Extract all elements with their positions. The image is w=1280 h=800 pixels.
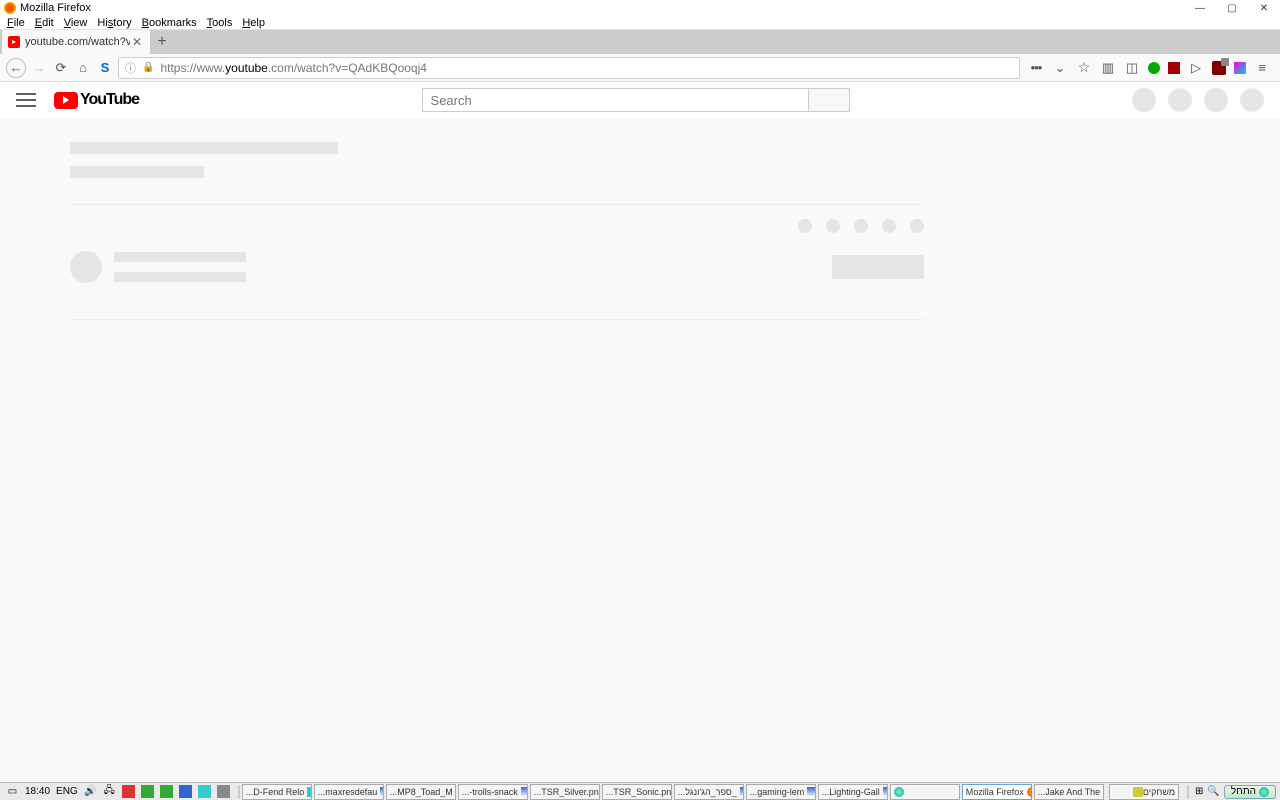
search-icon[interactable]: 🔍	[1207, 786, 1219, 797]
reload-button[interactable]: ⟳	[52, 59, 70, 77]
skeleton-channel-name	[114, 252, 246, 262]
menu-tools[interactable]: Tools	[202, 17, 238, 29]
skeleton-circle	[1204, 88, 1228, 112]
lock-icon: 🔒	[142, 62, 154, 73]
taskbar-item[interactable]: ...MP8_Toad_M	[386, 784, 456, 800]
firefox-icon	[4, 2, 16, 14]
youtube-header: YouTube	[0, 82, 1280, 118]
start-button[interactable]: התחל	[1224, 785, 1276, 799]
menubar: File Edit View History Bookmarks Tools H…	[0, 16, 1280, 30]
skeleton-action-dots	[798, 219, 924, 233]
taskbar-item[interactable]: ...TSR_Silver.pn	[530, 784, 600, 800]
tray-icon[interactable]	[160, 785, 173, 798]
bookmark-star-button[interactable]: ☆	[1076, 60, 1092, 76]
youtube-menu-button[interactable]	[16, 90, 36, 110]
youtube-search	[422, 88, 850, 112]
youtube-search-button[interactable]	[808, 88, 850, 112]
taskbar-item[interactable]: ...TSR_Sonic.pn	[602, 784, 672, 800]
youtube-wordmark: YouTube	[80, 91, 139, 109]
skeleton-subscribe-button	[832, 255, 924, 279]
taskbar-item[interactable]	[890, 784, 960, 800]
new-tab-button[interactable]: +	[150, 30, 174, 54]
skeleton-subtitle	[70, 166, 204, 178]
extension-green-icon[interactable]	[1148, 62, 1160, 74]
tray-language[interactable]: ENG	[56, 786, 78, 797]
skeleton-title	[70, 142, 338, 154]
skeleton-circle	[1132, 88, 1156, 112]
window-titlebar: Mozilla Firefox — ▢ ✕	[0, 0, 1280, 16]
quicklaunch-folder[interactable]: משחקים	[1109, 784, 1179, 800]
tray-icon[interactable]	[141, 785, 154, 798]
menu-history[interactable]: History	[92, 17, 136, 29]
start-orb-icon	[1259, 787, 1269, 797]
windows-taskbar: ▭ 18:40 ENG 🔊 🖧 ...D-Fend Relo ...maxres…	[0, 782, 1280, 800]
maximize-button[interactable]: ▢	[1216, 0, 1248, 16]
home-button[interactable]: ⌂	[74, 59, 92, 77]
tabbar: youtube.com/watch?v=QAdK ✕ +	[0, 30, 1280, 54]
taskbar-item[interactable]: ...gaming-lem	[746, 784, 816, 800]
library-icon[interactable]: ▥	[1100, 60, 1116, 76]
sidebar-icon[interactable]: ◫	[1124, 60, 1140, 76]
page-actions-button[interactable]: •••	[1028, 60, 1044, 76]
extension-s-icon[interactable]: S	[96, 59, 114, 77]
taskbar-items: ...D-Fend Relo ...maxresdefau ...MP8_Toa…	[242, 783, 1105, 800]
menu-edit[interactable]: Edit	[30, 17, 59, 29]
youtube-logo[interactable]: YouTube	[54, 91, 139, 109]
forward-button[interactable]: →	[30, 59, 48, 77]
tray-desktop-icon[interactable]: ▭	[6, 785, 19, 798]
window-title: Mozilla Firefox	[20, 2, 91, 14]
taskbar-item[interactable]: ...Jake And The	[1034, 784, 1104, 800]
tray-clock[interactable]: 18:40	[25, 786, 50, 797]
menu-view[interactable]: View	[59, 17, 93, 29]
youtube-play-icon	[54, 92, 78, 109]
close-tab-button[interactable]: ✕	[130, 35, 144, 49]
skeleton-circle	[1168, 88, 1192, 112]
youtube-content-area	[0, 118, 1280, 782]
start-label: התחל	[1231, 786, 1256, 797]
menu-help[interactable]: Help	[237, 17, 270, 29]
tray-icon[interactable]	[179, 785, 192, 798]
taskview-icon[interactable]: ⊞	[1195, 786, 1203, 797]
navigation-bar: ← → ⟳ ⌂ S ⓘ 🔒 https://www.youtube.com/wa…	[0, 54, 1280, 82]
skeleton-channel-meta	[114, 272, 246, 282]
back-button[interactable]: ←	[6, 58, 26, 78]
tray-icon[interactable]	[198, 785, 211, 798]
extension-play-icon[interactable]: ▷	[1188, 60, 1204, 76]
extension-red-icon[interactable]	[1168, 62, 1180, 74]
pocket-icon[interactable]: ⌄	[1052, 60, 1068, 76]
close-window-button[interactable]: ✕	[1248, 0, 1280, 16]
url-text: https://www.youtube.com/watch?v=QAdKBQoo…	[160, 61, 1013, 75]
firefox-menu-button[interactable]: ≡	[1254, 60, 1270, 76]
menu-file[interactable]: File	[2, 17, 30, 29]
address-bar[interactable]: ⓘ 🔒 https://www.youtube.com/watch?v=QAdK…	[118, 57, 1020, 79]
taskbar-item-firefox[interactable]: Mozilla Firefox	[962, 784, 1032, 800]
divider	[70, 319, 924, 320]
taskbar-item[interactable]: ...ספר_הג'ונגל_	[674, 784, 744, 800]
youtube-header-skeletons	[1132, 88, 1264, 112]
tab-title: youtube.com/watch?v=QAdK	[25, 36, 130, 48]
taskbar-item[interactable]: ...maxresdefau	[314, 784, 384, 800]
skeleton-avatar	[70, 251, 102, 283]
info-icon[interactable]: ⓘ	[125, 60, 136, 76]
tray-volume-icon[interactable]: 🔊	[84, 785, 97, 798]
taskbar-item[interactable]: ...Lighting-Gall	[818, 784, 888, 800]
ublock-icon[interactable]	[1212, 61, 1226, 75]
menu-bookmarks[interactable]: Bookmarks	[137, 17, 202, 29]
tray-av-icon[interactable]	[122, 785, 135, 798]
extension-color-icon[interactable]	[1234, 62, 1246, 74]
tray-icon[interactable]	[217, 785, 230, 798]
minimize-button[interactable]: —	[1184, 0, 1216, 16]
browser-tab[interactable]: youtube.com/watch?v=QAdK ✕	[2, 30, 150, 54]
taskbar-item[interactable]: ...D-Fend Relo	[242, 784, 312, 800]
youtube-favicon	[8, 36, 20, 48]
tray-network-icon[interactable]: 🖧	[103, 785, 116, 798]
system-tray: ▭ 18:40 ENG 🔊 🖧	[0, 785, 236, 798]
youtube-search-input[interactable]	[422, 88, 808, 112]
taskbar-item[interactable]: ...-trolls-snack	[458, 784, 528, 800]
skeleton-circle	[1240, 88, 1264, 112]
